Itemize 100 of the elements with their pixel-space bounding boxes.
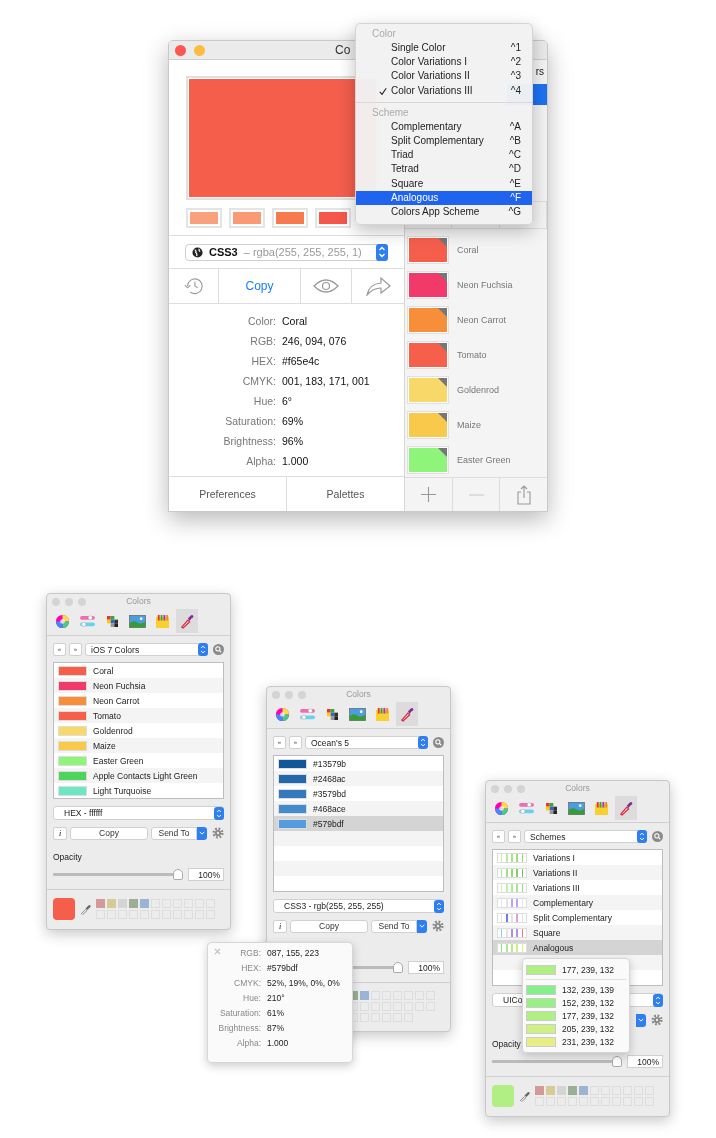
info-value: 246, 094, 076 (282, 334, 347, 348)
palette-row[interactable]: Coral (54, 663, 223, 678)
copy-button[interactable]: Copy (70, 826, 148, 840)
palette-item[interactable]: Neon Fuchsia (405, 267, 547, 303)
rgb-value: 205, 239, 132 (562, 1023, 614, 1034)
send-to-button[interactable]: Send To (371, 919, 417, 933)
palette-row[interactable]: Light Turquoise (54, 783, 223, 798)
palette-select[interactable]: Ocean's 5 (305, 736, 428, 749)
info-label: Brightness: (218, 1023, 261, 1034)
info-value: #579bdf (267, 963, 298, 974)
menu-section-header: Color (371, 27, 397, 41)
palette-row[interactable]: #13579b (274, 756, 443, 771)
palette-item[interactable]: Coral (405, 232, 547, 268)
info-value: 69% (282, 414, 303, 428)
copy-button[interactable]: Copy (290, 919, 368, 933)
palette-row[interactable]: Split Complementary (493, 910, 662, 925)
palette-row[interactable]: Complementary (493, 895, 662, 910)
info-value: 1.000 (282, 454, 309, 468)
palette-row[interactable]: Square (493, 925, 662, 940)
info-label: Saturation: (225, 414, 276, 428)
palette-select[interactable]: Schemes (524, 830, 647, 843)
menu-item[interactable]: Colors App Scheme ^G (356, 204, 532, 220)
opacity-field[interactable]: 100% (627, 1054, 663, 1068)
palette-row[interactable]: #2468ac (274, 771, 443, 786)
info-label: Alpha: (246, 454, 276, 468)
info-value: 96% (282, 434, 303, 448)
palette-row[interactable]: #3579bd (274, 786, 443, 801)
info-value: 6° (282, 394, 293, 408)
info-value: #f65e4c (282, 354, 320, 368)
menu-item[interactable]: Triad ^C (356, 148, 532, 163)
menu-item[interactable]: Complementary ^A (356, 119, 532, 134)
rgb-value: 152, 239, 132 (562, 997, 614, 1008)
info-value: 61% (267, 1008, 284, 1019)
info-label: RGB: (250, 334, 276, 348)
info-button[interactable]: i (53, 826, 67, 840)
palette-item[interactable]: Tomato (405, 337, 547, 373)
format-select[interactable]: HEX - ffffff (53, 806, 224, 820)
info-value: 1.000 (267, 1038, 289, 1049)
menu-item[interactable]: Square ^E (356, 176, 532, 191)
palette-row[interactable]: Variations III (493, 880, 662, 895)
opacity-label: Opacity (53, 852, 82, 862)
info-label: Hue: (253, 394, 276, 408)
palette-row[interactable]: Neon Carrot (54, 693, 223, 708)
info-value: 210° (267, 993, 285, 1004)
palette-select[interactable]: iOS 7 Colors (85, 643, 208, 656)
rgb-value: 132, 239, 139 (562, 984, 614, 995)
menu-item[interactable]: Analogous ^F (356, 190, 532, 205)
info-label: Brightness: (223, 434, 276, 448)
palette-item[interactable]: Easter Green (405, 442, 547, 478)
info-label: Alpha: (236, 1038, 261, 1049)
palette-item[interactable]: Goldenrod (405, 372, 547, 408)
window-title: Colors (565, 783, 590, 793)
send-to-button[interactable]: Send To (151, 826, 197, 840)
menu-section-header: Scheme (371, 105, 410, 120)
info-label: RGB: (240, 948, 261, 959)
opacity-field[interactable]: 100% (188, 867, 224, 881)
palette-row[interactable]: #579bdf (274, 816, 443, 831)
info-label: Hue: (243, 993, 261, 1004)
palette-row[interactable]: Apple Contacts Light Green (54, 768, 223, 783)
menu-item[interactable]: Single Color ^1 (356, 41, 532, 56)
info-label: CMYK: (242, 374, 276, 388)
palette-row[interactable]: Maize (54, 738, 223, 753)
menu-item[interactable]: Tetrad ^D (356, 162, 532, 177)
menu-item[interactable]: Color Variations II ^3 (356, 69, 532, 84)
rgb-value: 177, 239, 132 (562, 964, 614, 975)
opacity-label: Opacity (492, 1039, 521, 1049)
info-label: Color: (248, 314, 276, 328)
menu-item[interactable]: Color Variations I ^2 (356, 55, 532, 70)
menu-item[interactable]: Color Variations III ^4 (356, 83, 532, 98)
menu-item[interactable]: Split Complementary ^B (356, 133, 532, 149)
palette-row[interactable]: Goldenrod (54, 723, 223, 738)
info-value: 52%, 19%, 0%, 0% (267, 978, 340, 989)
window-title: Colors (126, 596, 151, 606)
panel-label: rs (535, 66, 544, 77)
footer-button[interactable]: Preferences (169, 477, 287, 511)
format-select[interactable]: CSS3 - rgb(255, 255, 255) (273, 899, 444, 913)
info-label: Saturation: (219, 1008, 261, 1019)
window-title: Colors (346, 689, 371, 699)
palette-row[interactable]: Variations I (493, 850, 662, 865)
rgb-value: 231, 239, 132 (562, 1036, 614, 1047)
info-value: 001, 183, 171, 001 (282, 374, 370, 388)
palette-item[interactable]: Neon Carrot (405, 302, 547, 338)
info-label: HEX: (241, 963, 261, 974)
palette-row[interactable]: Variations II (493, 865, 662, 880)
palette-row[interactable]: Easter Green (54, 753, 223, 768)
rgb-value: 177, 239, 132 (562, 1010, 614, 1021)
palette-row[interactable]: Tomato (54, 708, 223, 723)
format-select[interactable]: CSS3 – rgba(255, 255, 255, 1) (185, 243, 388, 261)
palette-row[interactable]: #468ace (274, 801, 443, 816)
opacity-field[interactable]: 100% (408, 960, 444, 974)
info-button[interactable]: i (273, 919, 287, 933)
palette-row[interactable]: Analogous (493, 940, 662, 955)
info-value: 87% (267, 1023, 284, 1034)
window-title: Co (335, 43, 351, 57)
info-label: CMYK: (234, 978, 261, 989)
info-label: HEX: (251, 354, 276, 368)
info-value: Coral (282, 314, 308, 328)
palette-row[interactable]: Neon Fuchsia (54, 678, 223, 693)
palette-item[interactable]: Maize (405, 407, 547, 443)
info-value: 087, 155, 223 (267, 948, 319, 959)
